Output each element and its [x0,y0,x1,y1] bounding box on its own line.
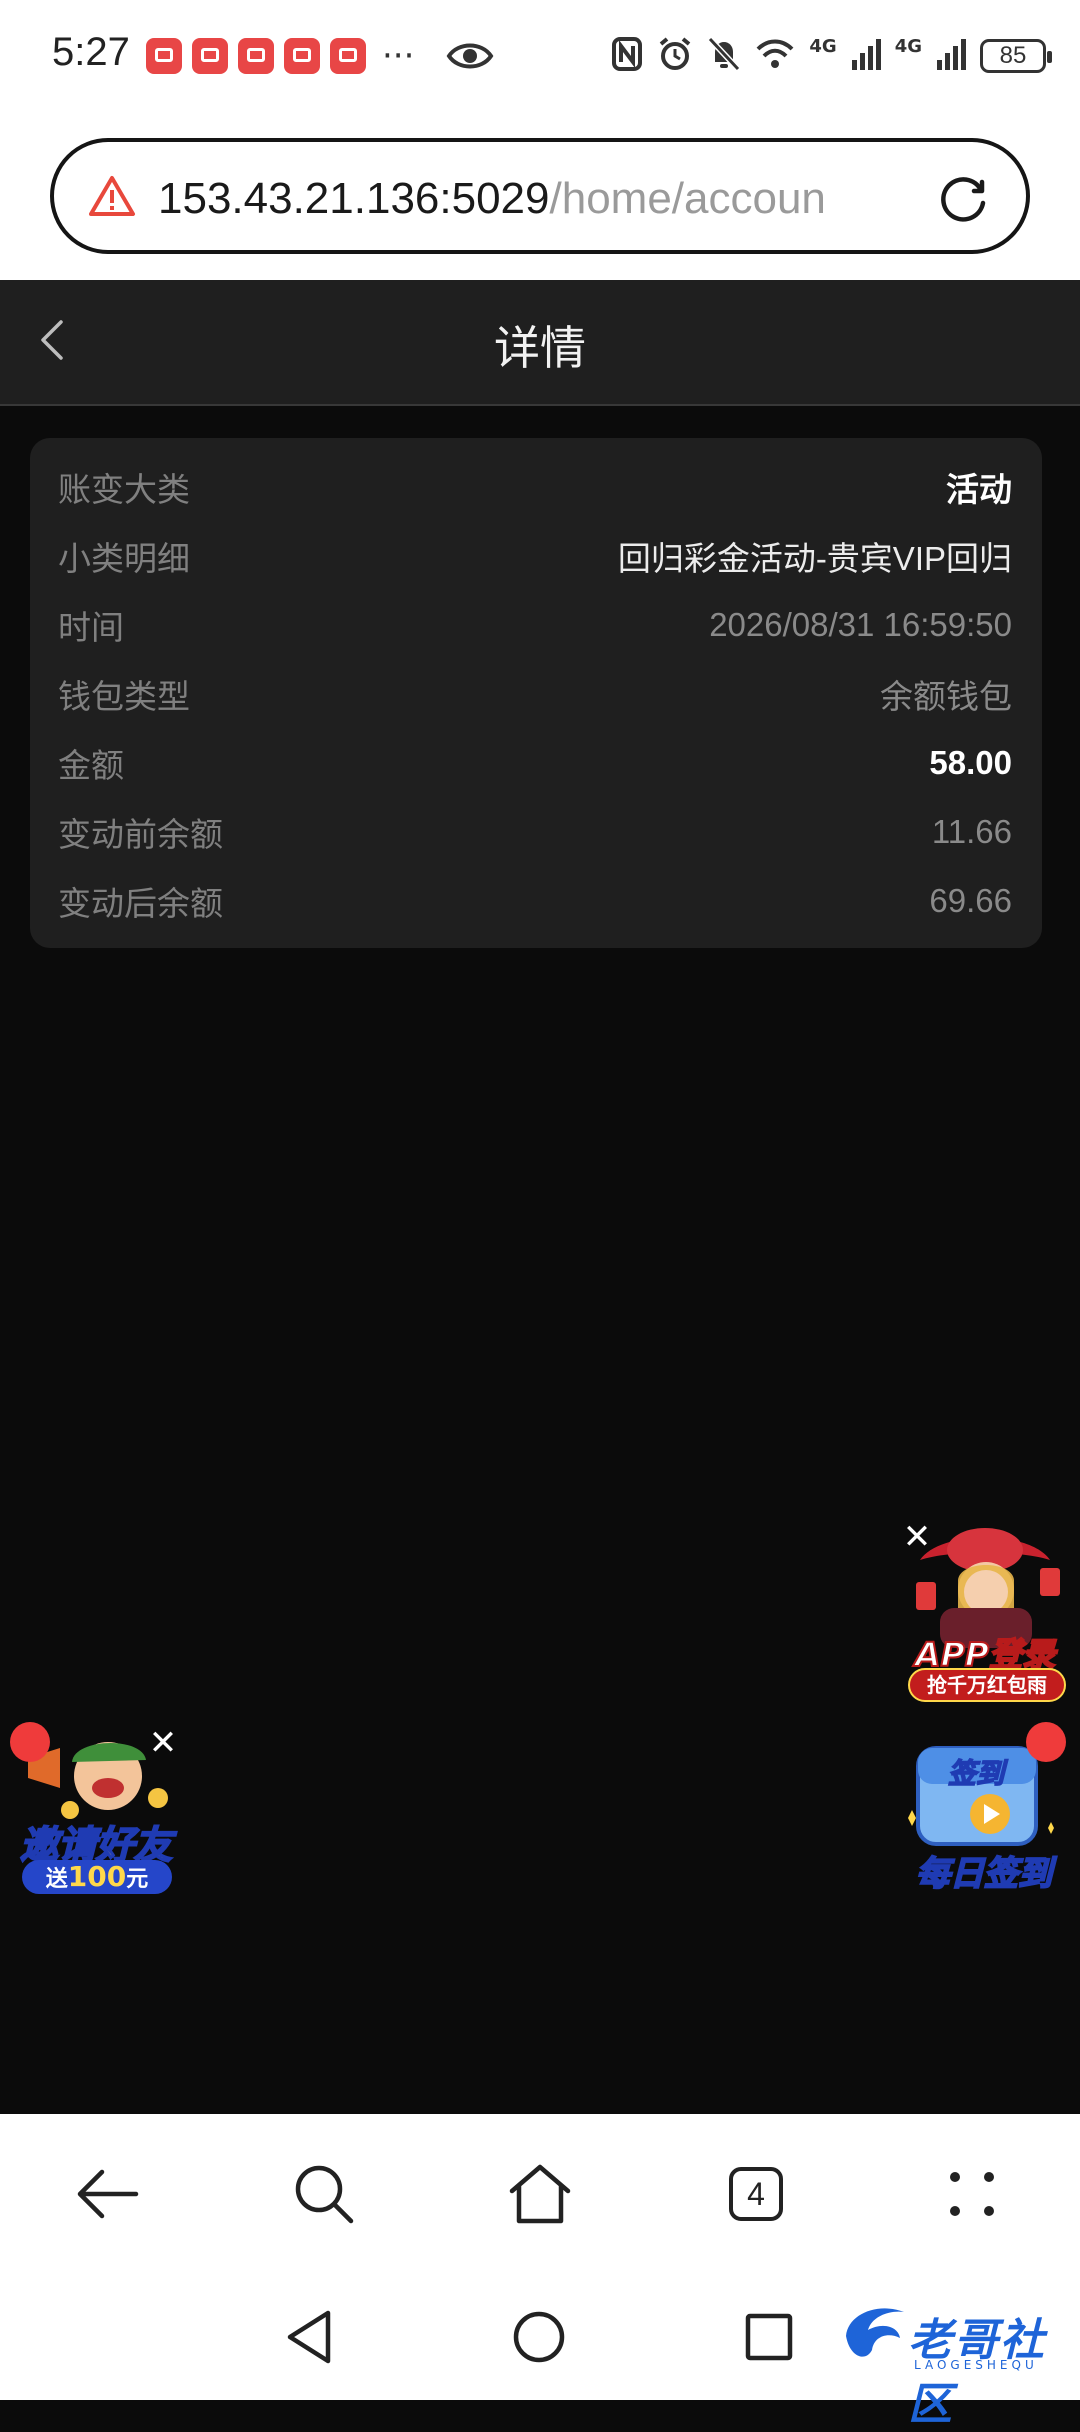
eye-icon [446,38,494,78]
status-icons: 4G 4G 85 [611,36,1052,76]
wifi-icon [755,37,795,75]
watermark-logo: 老哥社区 LAOGESHEQU [838,2296,1068,2430]
notification-app-icon [192,38,228,74]
warning-icon[interactable] [88,174,136,222]
invite-subtitle-pre: 送 [45,1867,68,1892]
signal-icon [851,38,881,74]
more-dots-icon [950,2172,994,2216]
status-bar: 5:27 ··· 4G 4G 85 [0,0,1080,120]
detail-row-time: 时间 2026/08/31 16:59:50 [58,590,1012,659]
url-host: 153.43.21.136:5029 [158,174,550,223]
detail-label: 时间 [58,607,124,647]
invite-friends-promo[interactable]: ✕ 邀请好友 送100元 [8,1718,184,1896]
detail-value: 回归彩金活动-贵宾VIP回归 [617,539,1012,577]
detail-label: 变动前余额 [58,814,223,854]
signal-icon [936,38,966,74]
system-back-button[interactable] [276,2304,342,2370]
detail-value: 69.66 [929,881,1012,919]
detail-label: 账变大类 [58,469,190,509]
notification-dot [10,1722,50,1762]
notification-dot [1026,1722,1066,1762]
tab-count: 4 [729,2167,783,2221]
checkin-badge: 签到 [947,1756,1005,1791]
address-bar[interactable]: 153.43.21.136:5029/home/accoun [50,138,1030,254]
detail-row-subcategory: 小类明细 回归彩金活动-贵宾VIP回归 [58,521,1012,590]
notification-app-icon [284,38,320,74]
watermark-subtext: LAOGESHEQU [914,2358,1038,2372]
notification-icons: ··· [146,38,414,74]
network-type-label: 4G [894,36,922,57]
detail-value: 2026/08/31 16:59:50 [709,605,1012,643]
page-title: 详情 [494,321,586,375]
search-icon [295,2165,354,2224]
detail-row-category: 账变大类 活动 [58,452,1012,521]
battery-icon: 85 [980,39,1052,73]
close-icon[interactable]: ✕ [146,1726,180,1760]
detail-label: 变动后余额 [58,883,223,923]
detail-row-wallet-type: 钱包类型 余额钱包 [58,659,1012,728]
back-nav-button[interactable] [63,2149,153,2239]
detail-value: 余额钱包 [880,677,1012,715]
square-recents-icon [745,2313,793,2361]
detail-label: 钱包类型 [58,676,190,716]
notification-app-icon [330,38,366,74]
mute-icon [707,36,741,76]
detail-value: 活动 [946,470,1012,508]
browser-toolbar: 4 [0,2114,1080,2274]
reload-icon[interactable] [934,170,992,232]
detail-value: 58.00 [929,743,1012,781]
status-time: 5:27 [52,30,130,74]
more-notifications-icon: ··· [382,36,415,76]
notification-app-icon [146,38,182,74]
home-button[interactable] [495,2149,585,2239]
notification-app-icon [238,38,274,74]
detail-label: 金额 [58,745,124,785]
page-header: 详情 [0,280,1080,406]
detail-row-balance-before: 变动前余额 11.66 [58,797,1012,866]
tabs-button[interactable]: 4 [711,2149,801,2239]
nfc-icon [611,36,643,76]
detail-row-balance-after: 变动后余额 69.66 [58,866,1012,935]
invite-subtitle-post: 元 [126,1867,149,1892]
detail-row-amount: 金额 58.00 [58,728,1012,797]
invite-subtitle-amount: 100 [67,1860,127,1893]
search-button[interactable] [279,2149,369,2239]
dragon-logo-icon [846,2308,904,2357]
browser-address-area: 153.43.21.136:5029/home/accoun [0,120,1080,280]
network-type-label: 4G [809,36,837,57]
system-navigation-bar: 老哥社区 LAOGESHEQU [0,2274,1080,2430]
url-text[interactable]: 153.43.21.136:5029/home/accoun [158,174,946,224]
home-icon [509,2164,571,2224]
transaction-detail-card: 账变大类 活动 小类明细 回归彩金活动-贵宾VIP回归 时间 2026/08/3… [30,438,1042,948]
detail-label: 小类明细 [58,538,190,578]
arrow-left-icon [77,2169,139,2219]
system-home-button[interactable] [506,2304,572,2370]
url-path: /home/accoun [549,174,826,223]
close-icon[interactable]: ✕ [900,1520,934,1554]
app-login-promo[interactable]: ✕ APP登录 抢千万红包雨 [900,1520,1070,1702]
detail-value: 11.66 [931,812,1012,850]
menu-button[interactable] [927,2149,1017,2239]
checkin-title: 每日签到 [915,1853,1053,1895]
alarm-icon [657,36,693,76]
circle-home-icon [513,2311,565,2363]
daily-checkin-promo[interactable]: 签到 每日签到 [898,1718,1070,1895]
system-recents-button[interactable] [736,2304,802,2370]
triangle-back-icon [287,2310,331,2364]
invite-friends-subtitle: 送100元 [22,1860,172,1894]
app-login-subtitle: 抢千万红包雨 [908,1668,1066,1702]
